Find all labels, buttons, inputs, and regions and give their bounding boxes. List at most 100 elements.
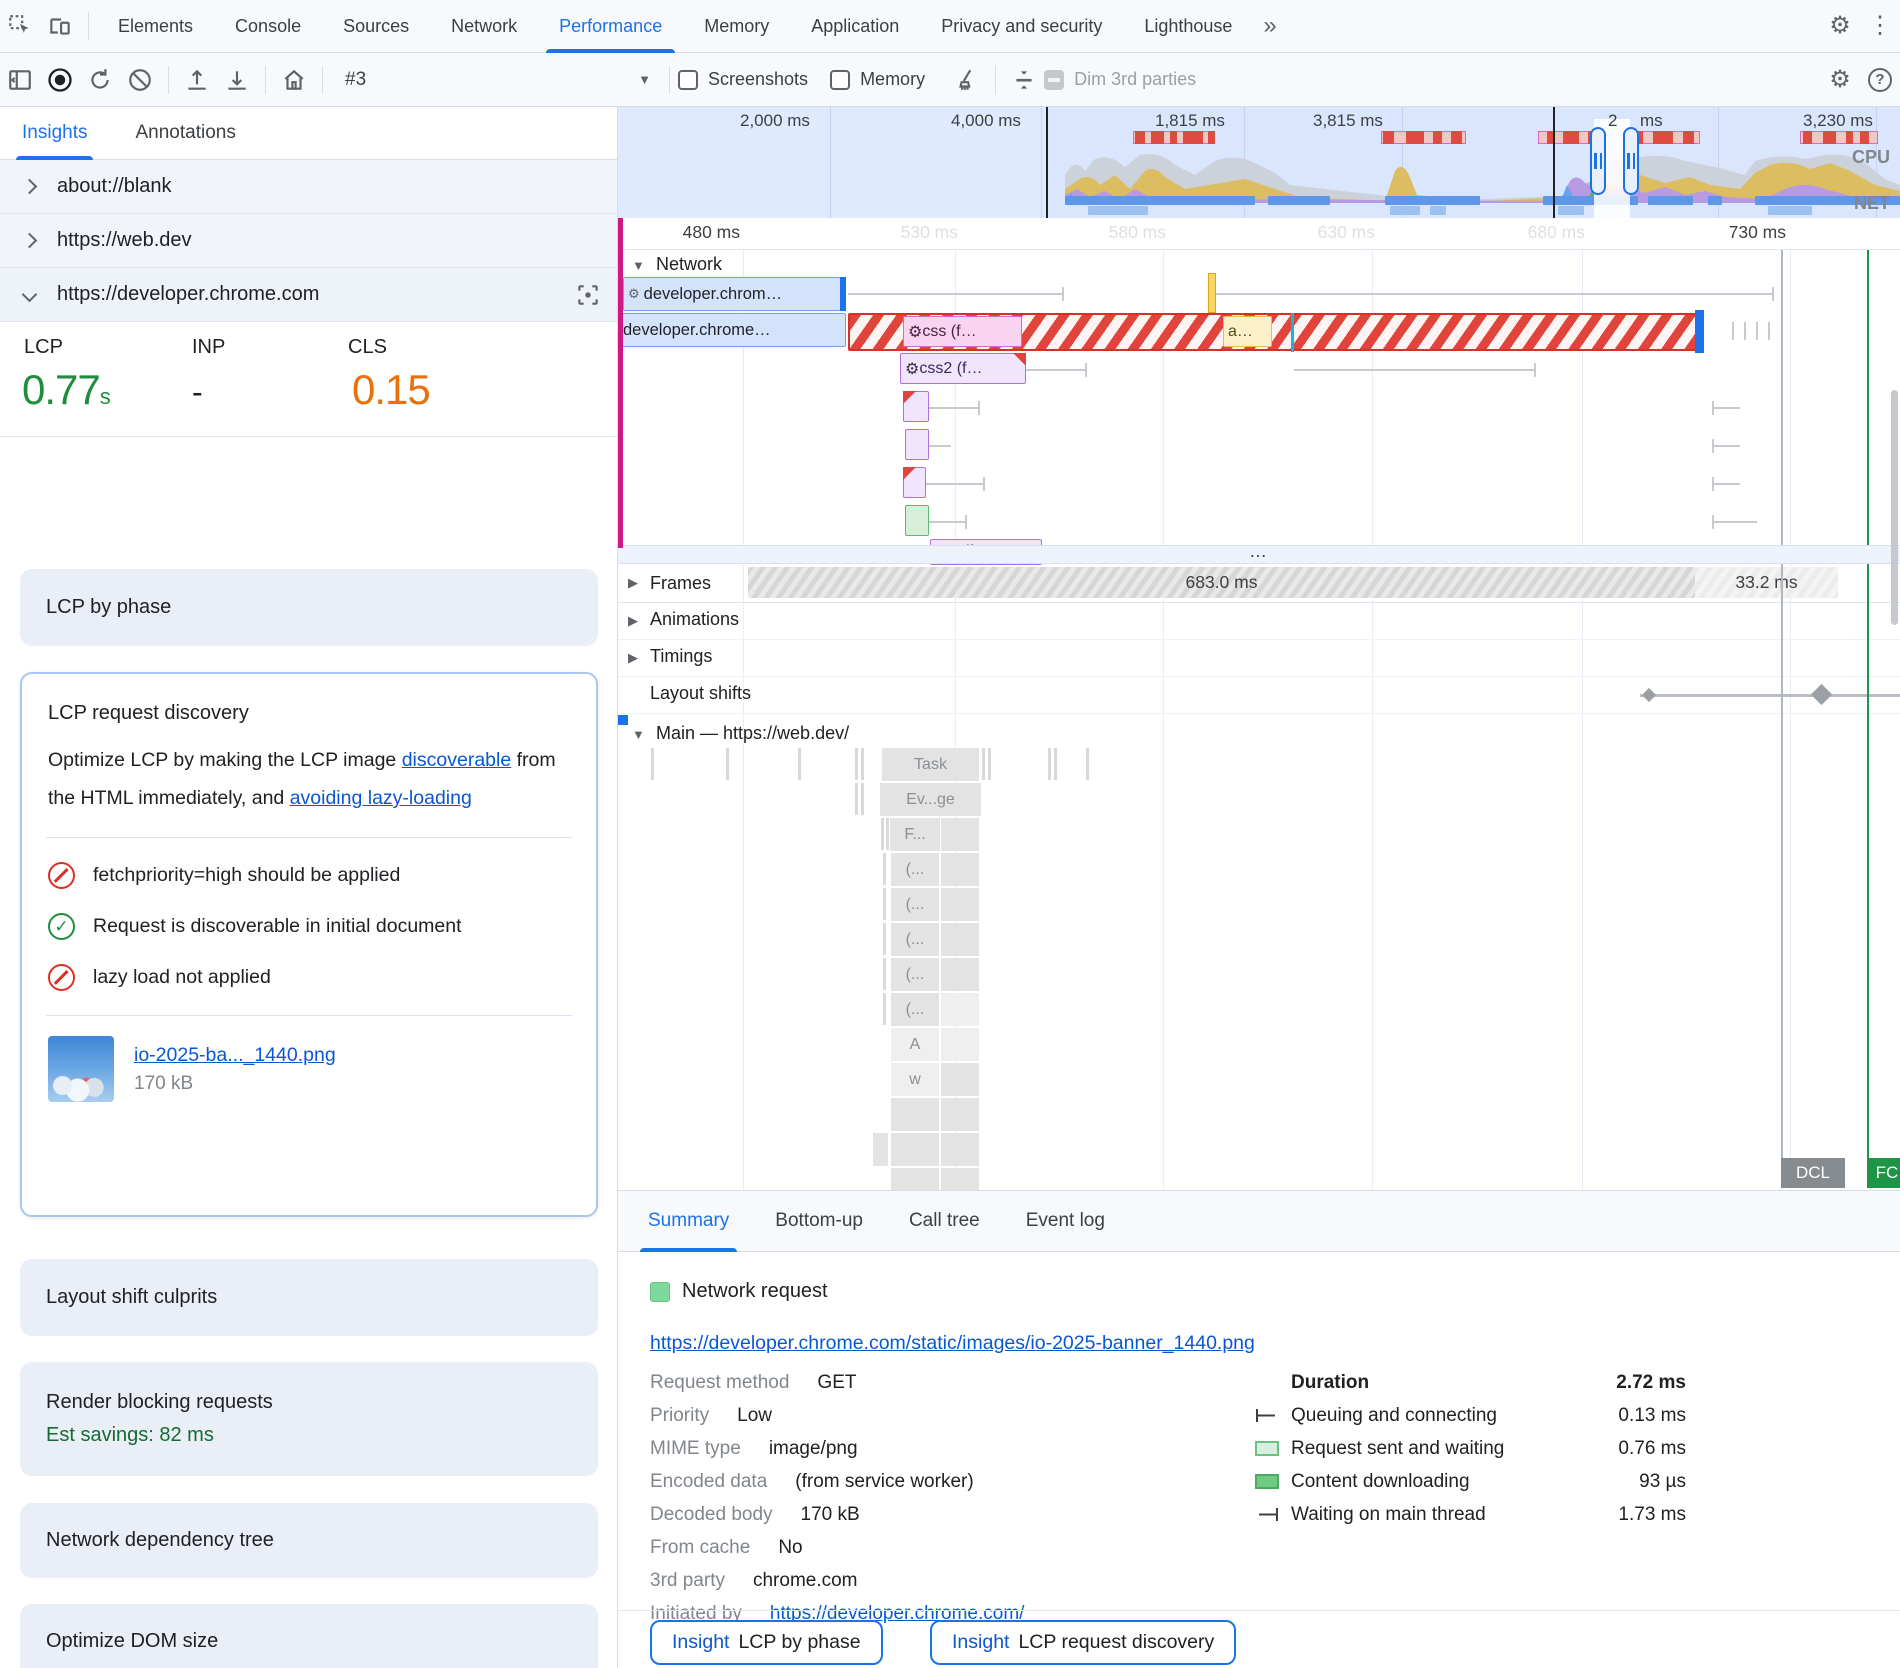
flame-chart[interactable]: 480 ms 530 ms 580 ms 630 ms 680 ms 730 m…: [618, 218, 1900, 1190]
animations-track-label[interactable]: Animations: [650, 609, 739, 630]
layout-shift-diamond[interactable]: [1642, 688, 1656, 702]
expand-timings-icon[interactable]: ▶: [628, 650, 638, 666]
chip[interactable]: [941, 1063, 979, 1096]
avoid-lazy-loading-link[interactable]: avoiding lazy-loading: [290, 787, 472, 809]
tab-elements[interactable]: Elements: [97, 0, 214, 53]
layout-shifts-track-label[interactable]: Layout shifts: [650, 683, 751, 704]
record-button[interactable]: [40, 60, 80, 100]
chip[interactable]: [891, 1098, 939, 1131]
network-request-chip[interactable]: developer.chrome…: [618, 313, 846, 347]
anonymous-chip[interactable]: (...: [891, 958, 939, 991]
anonymous-chip[interactable]: (...: [891, 993, 939, 1026]
css2-request-chip[interactable]: ⚙css2 (f…: [900, 353, 1026, 384]
frames-track-label[interactable]: Frames: [650, 571, 719, 596]
anonymous-chip[interactable]: (...: [891, 923, 939, 956]
main-track-label[interactable]: Main — https://web.dev/: [656, 723, 849, 744]
tab-call-tree[interactable]: Call tree: [909, 1190, 980, 1252]
tab-insights[interactable]: Insights: [22, 107, 87, 160]
breadcrumb-bar[interactable]: [618, 218, 623, 548]
timeline-overview[interactable]: 2,000 ms 4,000 ms 1,815 ms 3,815 ms 3,23…: [618, 107, 1900, 218]
chip[interactable]: [941, 1133, 979, 1166]
lcp-image-link[interactable]: io-2025-ba..._1440.png: [134, 1044, 336, 1066]
track-resize-handle[interactable]: …: [618, 545, 1900, 564]
insight-card-lcp-by-phase[interactable]: LCP by phase: [20, 569, 598, 646]
event-chip[interactable]: Ev...ge: [880, 783, 981, 816]
chip[interactable]: [941, 1028, 979, 1061]
tab-console[interactable]: Console: [214, 0, 322, 53]
home-icon[interactable]: [274, 60, 314, 100]
insight-card-lcp-request-discovery[interactable]: LCP request discovery Optimize LCP by ma…: [20, 672, 598, 1217]
css-request-chip[interactable]: ⚙css (f…: [903, 316, 1022, 347]
chip[interactable]: [941, 1098, 979, 1131]
partial-frame-block[interactable]: 33.2 ms: [1695, 567, 1838, 598]
chip[interactable]: [941, 1168, 979, 1190]
help-icon[interactable]: ?: [1860, 60, 1900, 100]
kebab-menu-icon[interactable]: ⋮: [1860, 6, 1900, 46]
request-chip[interactable]: [905, 429, 929, 460]
w-chip[interactable]: w: [891, 1063, 939, 1096]
anonymous-chip[interactable]: (...: [891, 888, 939, 921]
a-chip[interactable]: A: [891, 1028, 939, 1061]
function-chip[interactable]: F...: [890, 818, 940, 851]
origin-row-developer-chrome[interactable]: https://developer.chrome.com: [0, 268, 617, 322]
origin-row-about-blank[interactable]: about://blank: [0, 160, 617, 214]
anonymous-chip[interactable]: [941, 853, 979, 886]
history-select[interactable]: #3 ▼: [331, 69, 661, 91]
network-request-chip[interactable]: ⚙developer.chrom…: [623, 277, 846, 311]
gc-brush-icon[interactable]: [947, 60, 987, 100]
tab-network[interactable]: Network: [430, 0, 538, 53]
insight-lcp-request-discovery-button[interactable]: InsightLCP request discovery: [930, 1620, 1236, 1665]
request-url-link[interactable]: https://developer.chrome.com/static/imag…: [650, 1332, 1255, 1355]
tab-summary[interactable]: Summary: [648, 1190, 729, 1252]
more-tabs-icon[interactable]: »: [1263, 14, 1276, 38]
anonymous-chip[interactable]: [941, 888, 979, 921]
insight-card-render-blocking[interactable]: Render blocking requests Est savings: 82…: [20, 1362, 598, 1476]
dim-3rd-parties-checkbox[interactable]: [1044, 70, 1064, 90]
tab-memory[interactable]: Memory: [683, 0, 790, 53]
tab-event-log[interactable]: Event log: [1026, 1190, 1105, 1252]
tab-privacy-security[interactable]: Privacy and security: [920, 0, 1123, 53]
chip[interactable]: [873, 1133, 888, 1166]
expand-animations-icon[interactable]: ▶: [628, 613, 638, 629]
selection-right-handle[interactable]: [1623, 127, 1639, 195]
tab-bottom-up[interactable]: Bottom-up: [775, 1190, 863, 1252]
field-data-target-icon[interactable]: [575, 282, 601, 308]
collapse-track-icon[interactable]: ▼: [632, 258, 645, 273]
memory-checkbox[interactable]: [830, 70, 850, 90]
device-toolbar-icon[interactable]: [40, 6, 80, 46]
clear-icon[interactable]: [120, 60, 160, 100]
insight-card-layout-shift-culprits[interactable]: Layout shift culprits: [20, 1259, 598, 1336]
toggle-sidebar-icon[interactable]: [0, 60, 40, 100]
anonymous-chip[interactable]: [941, 958, 979, 991]
record-reload-icon[interactable]: [80, 60, 120, 100]
insight-card-optimize-dom-size[interactable]: Optimize DOM size: [20, 1604, 598, 1668]
timings-track-label[interactable]: Timings: [650, 646, 712, 667]
anonymous-chip[interactable]: [941, 993, 979, 1026]
inspect-element-icon[interactable]: [0, 6, 40, 46]
chip[interactable]: [891, 1168, 939, 1190]
origin-row-web-dev[interactable]: https://web.dev: [0, 214, 617, 268]
anonymous-chip[interactable]: [941, 923, 979, 956]
tab-sources[interactable]: Sources: [322, 0, 430, 53]
settings-gear-icon[interactable]: ⚙: [1820, 6, 1860, 46]
tab-lighthouse[interactable]: Lighthouse: [1123, 0, 1253, 53]
flame-scrollbar[interactable]: [1891, 390, 1898, 625]
request-chip[interactable]: [905, 505, 929, 536]
tab-application[interactable]: Application: [790, 0, 920, 53]
collapse-sanity-icon[interactable]: [1004, 60, 1044, 100]
download-profile-icon[interactable]: [217, 60, 257, 100]
script-chip[interactable]: a…: [1223, 316, 1272, 347]
tab-annotations[interactable]: Annotations: [135, 107, 235, 160]
chip[interactable]: [891, 1133, 939, 1166]
upload-profile-icon[interactable]: [177, 60, 217, 100]
function-chip[interactable]: [941, 818, 979, 851]
layout-shift-diamond[interactable]: [1811, 684, 1832, 705]
expand-frames-icon[interactable]: ▶: [628, 575, 638, 591]
tab-performance[interactable]: Performance: [538, 0, 683, 53]
selection-left-handle[interactable]: [1590, 127, 1606, 195]
lcp-image-thumbnail[interactable]: [48, 1036, 114, 1102]
task-chip[interactable]: Task: [882, 748, 979, 781]
screenshots-checkbox[interactable]: [678, 70, 698, 90]
collapse-main-icon[interactable]: ▼: [632, 727, 645, 742]
insight-card-network-dependency-tree[interactable]: Network dependency tree: [20, 1503, 598, 1578]
